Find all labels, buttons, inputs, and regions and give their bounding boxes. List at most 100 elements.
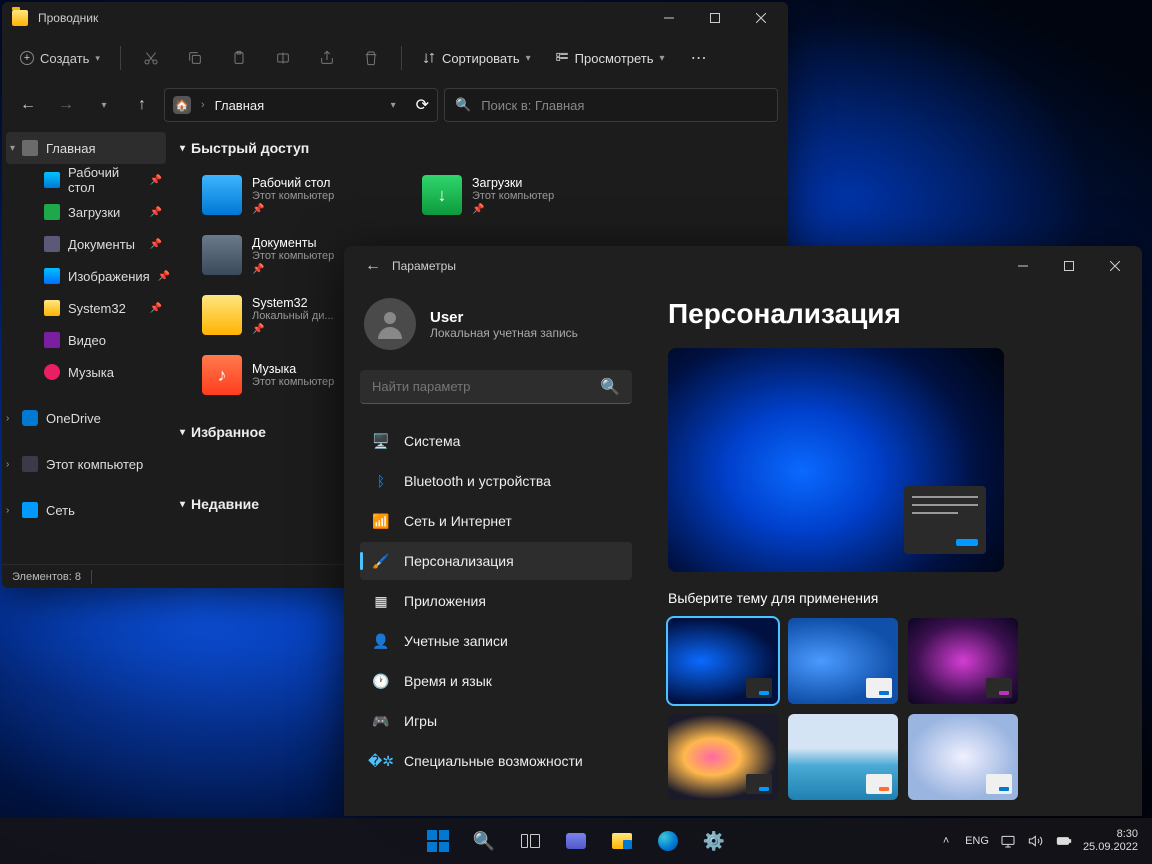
minimize-button[interactable] xyxy=(1000,250,1046,282)
chat-button[interactable] xyxy=(556,821,596,861)
network-tray-icon[interactable] xyxy=(999,832,1017,850)
sidebar-item-desktop[interactable]: Рабочий стол📌 xyxy=(2,164,170,196)
sidebar-item-thispc[interactable]: ›Этот компьютер xyxy=(2,448,170,480)
sidebar-item-system32[interactable]: System32📌 xyxy=(2,292,170,324)
nav-item-time[interactable]: 🕐Время и язык xyxy=(360,662,632,700)
sidebar-item-label: Документы xyxy=(68,237,135,252)
theme-tile-glow[interactable] xyxy=(908,714,1018,800)
address-bar[interactable]: 🏠 › Главная ▾ ⟳ xyxy=(164,88,438,122)
back-button[interactable]: ← xyxy=(358,251,388,281)
rename-button[interactable] xyxy=(263,41,303,75)
chevron-down-icon: ▾ xyxy=(526,53,531,64)
sidebar-item-video[interactable]: Видео xyxy=(2,324,170,356)
start-button[interactable] xyxy=(418,821,458,861)
section-quick-access[interactable]: ▾Быстрый доступ xyxy=(180,132,778,164)
delete-button[interactable] xyxy=(351,41,391,75)
maximize-button[interactable] xyxy=(1046,250,1092,282)
theme-tile-purple[interactable] xyxy=(908,618,1018,704)
sidebar-item-label: Главная xyxy=(46,141,95,156)
breadcrumb-separator: › xyxy=(201,99,205,111)
view-button[interactable]: Просмотреть ▾ xyxy=(545,41,675,75)
section-label: Недавние xyxy=(191,496,259,512)
folder-icon xyxy=(202,175,242,215)
theme-tile-light-blue[interactable] xyxy=(788,618,898,704)
taskbar: 🔍 ⚙️ ˄ ENG 8:30 25.09.2022 xyxy=(0,818,1152,864)
gamepad-icon: 🎮 xyxy=(372,712,390,730)
wifi-icon: 📶 xyxy=(372,512,390,530)
battery-tray-icon[interactable] xyxy=(1055,832,1073,850)
explorer-taskbar-button[interactable] xyxy=(602,821,642,861)
chevron-down-icon[interactable]: ▾ xyxy=(391,100,396,111)
up-button[interactable]: ↑ xyxy=(126,89,158,121)
home-icon xyxy=(22,140,38,156)
nav-item-gaming[interactable]: 🎮Игры xyxy=(360,702,632,740)
settings-taskbar-button[interactable]: ⚙️ xyxy=(694,821,734,861)
more-button[interactable]: ⋯ xyxy=(679,41,719,75)
search-input[interactable] xyxy=(372,379,600,394)
share-button[interactable] xyxy=(307,41,347,75)
avatar xyxy=(364,298,416,350)
sidebar-item-label: Сеть xyxy=(46,503,75,518)
sidebar-item-music[interactable]: Музыка xyxy=(2,356,170,388)
settings-search[interactable]: 🔍 xyxy=(360,370,632,404)
maximize-button[interactable] xyxy=(692,2,738,34)
sidebar-item-label: Загрузки xyxy=(68,205,120,220)
pc-icon xyxy=(22,456,38,472)
sidebar-item-home[interactable]: ▾ Главная xyxy=(6,132,166,164)
edge-icon xyxy=(658,831,678,851)
copy-button[interactable] xyxy=(175,41,215,75)
close-button[interactable] xyxy=(738,2,784,34)
nav-item-bluetooth[interactable]: ᛒBluetooth и устройства xyxy=(360,462,632,500)
bluetooth-icon: ᛒ xyxy=(372,472,390,490)
nav-item-network[interactable]: 📶Сеть и Интернет xyxy=(360,502,632,540)
personalization-preview xyxy=(668,348,1004,572)
sidebar-item-onedrive[interactable]: ›OneDrive xyxy=(2,402,170,434)
new-button[interactable]: + Создать ▾ xyxy=(10,41,110,75)
recent-dropdown[interactable]: ▾ xyxy=(88,89,120,121)
back-button[interactable]: ← xyxy=(12,89,44,121)
paste-button[interactable] xyxy=(219,41,259,75)
section-label: Быстрый доступ xyxy=(191,140,309,156)
minimize-button[interactable] xyxy=(646,2,692,34)
theme-tile-dark-blue[interactable] xyxy=(668,618,778,704)
task-view-button[interactable] xyxy=(510,821,550,861)
view-label: Просмотреть xyxy=(575,51,654,66)
explorer-sidebar: ▾ Главная Рабочий стол📌 Загрузки📌 Докуме… xyxy=(2,128,170,564)
breadcrumb[interactable]: Главная xyxy=(215,98,264,113)
sidebar-item-downloads[interactable]: Загрузки📌 xyxy=(2,196,170,228)
nav-item-apps[interactable]: ▦Приложения xyxy=(360,582,632,620)
chevron-down-icon: ▾ xyxy=(10,143,15,154)
gear-icon: ⚙️ xyxy=(703,831,725,852)
file-location: Локальный ди... xyxy=(252,310,334,322)
edge-button[interactable] xyxy=(648,821,688,861)
forward-button[interactable]: → xyxy=(50,89,82,121)
clock[interactable]: 8:30 25.09.2022 xyxy=(1083,828,1138,854)
nav-item-system[interactable]: 🖥️Система xyxy=(360,422,632,460)
file-item-downloads[interactable]: ↓ ЗагрузкиЭтот компьютер📌 xyxy=(418,168,618,222)
cut-button[interactable] xyxy=(131,41,171,75)
volume-tray-icon[interactable] xyxy=(1027,832,1045,850)
close-button[interactable] xyxy=(1092,250,1138,282)
file-item-desktop[interactable]: Рабочий столЭтот компьютер📌 xyxy=(198,168,398,222)
sort-button[interactable]: Сортировать ▾ xyxy=(412,41,541,75)
theme-tile-sunrise[interactable] xyxy=(788,714,898,800)
nav-item-accounts[interactable]: 👤Учетные записи xyxy=(360,622,632,660)
language-indicator[interactable]: ENG xyxy=(965,835,989,847)
search-input[interactable]: 🔍 Поиск в: Главная xyxy=(444,88,778,122)
sidebar-item-documents[interactable]: Документы📌 xyxy=(2,228,170,260)
sort-icon xyxy=(422,51,436,65)
tray-chevron[interactable]: ˄ xyxy=(937,832,955,850)
theme-tile-flow[interactable] xyxy=(668,714,778,800)
desktop-icon xyxy=(44,172,60,188)
sidebar-item-pictures[interactable]: Изображения📌 xyxy=(2,260,170,292)
nav-item-personalization[interactable]: 🖌️Персонализация xyxy=(360,542,632,580)
search-button[interactable]: 🔍 xyxy=(464,821,504,861)
user-block[interactable]: User Локальная учетная запись xyxy=(360,290,632,370)
sidebar-item-network[interactable]: ›Сеть xyxy=(2,494,170,526)
settings-sidebar: User Локальная учетная запись 🔍 🖥️Систем… xyxy=(344,286,644,816)
nav-item-accessibility[interactable]: �✲Специальные возможности xyxy=(360,742,632,780)
refresh-button[interactable]: ⟳ xyxy=(416,95,429,115)
clock-date: 25.09.2022 xyxy=(1083,841,1138,854)
file-name: Документы xyxy=(252,236,334,250)
file-name: Загрузки xyxy=(472,176,554,190)
